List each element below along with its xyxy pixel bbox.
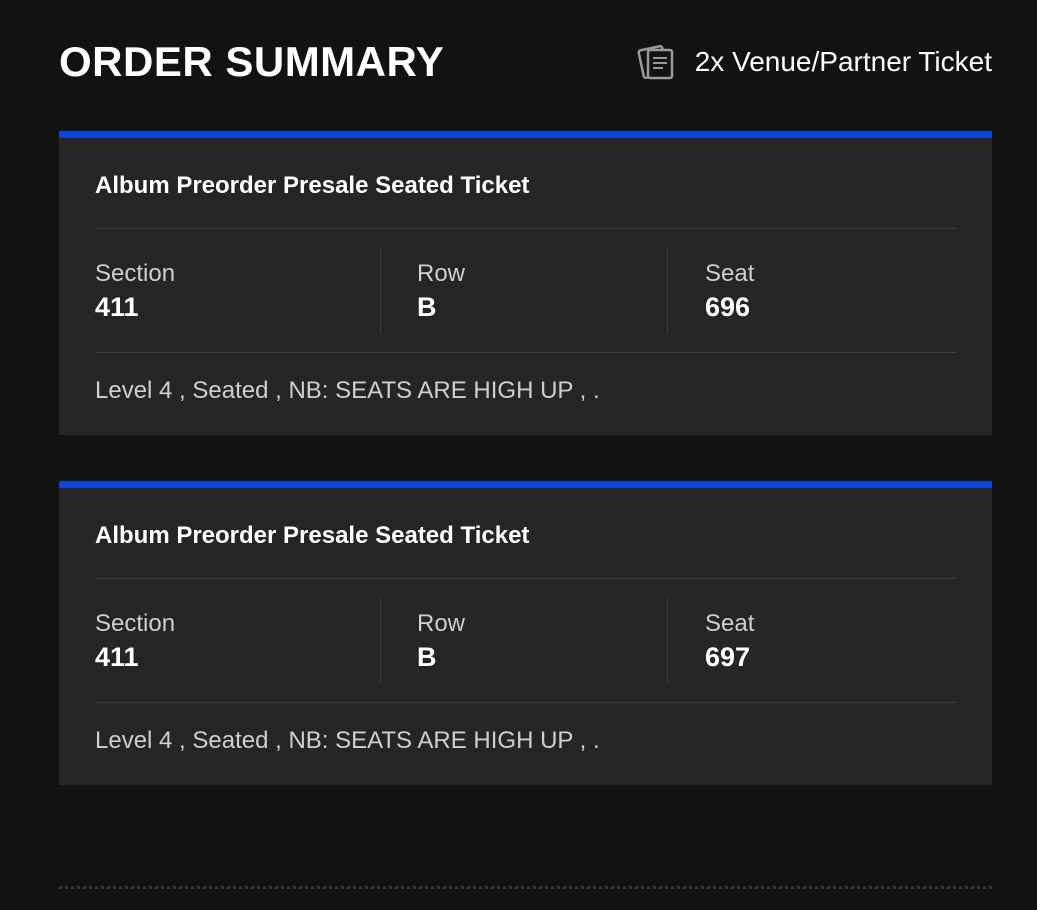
row-value: B xyxy=(417,642,437,672)
row-value: B xyxy=(417,292,437,322)
ticket-name: Album Preorder Presale Seated Ticket xyxy=(95,172,530,199)
column-separator xyxy=(667,598,668,684)
ticket-notes: Level 4 , Seated , NB: SEATS ARE HIGH UP… xyxy=(95,377,600,404)
divider xyxy=(95,578,956,579)
column-separator xyxy=(380,248,381,334)
ticket-count-label: 2x Venue/Partner Ticket xyxy=(694,46,992,77)
ticket-name: Album Preorder Presale Seated Ticket xyxy=(95,522,530,549)
column-separator xyxy=(380,598,381,684)
section-field: Section 411 xyxy=(95,248,175,334)
divider xyxy=(95,352,956,353)
section-value: 411 xyxy=(95,642,139,672)
column-separator xyxy=(667,248,668,334)
seat-field: Seat 696 xyxy=(705,248,754,334)
section-label: Section xyxy=(95,610,176,637)
page-title: ORDER SUMMARY xyxy=(59,38,445,85)
seat-label: Seat xyxy=(705,610,755,637)
row-label: Row xyxy=(417,260,466,287)
ticket-count: 2x Venue/Partner Ticket xyxy=(637,42,992,82)
ticket-icon xyxy=(637,42,677,82)
seat-value: 697 xyxy=(705,642,751,672)
seat-value: 696 xyxy=(705,292,751,322)
section-label: Section xyxy=(95,260,176,287)
seat-field: Seat 697 xyxy=(705,598,754,684)
divider xyxy=(95,702,956,703)
dotted-divider xyxy=(59,886,992,889)
row-label: Row xyxy=(417,610,466,637)
row-field: Row B xyxy=(417,598,465,684)
ticket-card: Album Preorder Presale Seated Ticket Sec… xyxy=(59,481,992,785)
ticket-notes: Level 4 , Seated , NB: SEATS ARE HIGH UP… xyxy=(95,727,600,754)
row-field: Row B xyxy=(417,248,465,334)
ticket-card: Album Preorder Presale Seated Ticket Sec… xyxy=(59,131,992,435)
seat-label: Seat xyxy=(705,260,755,287)
section-field: Section 411 xyxy=(95,598,175,684)
section-value: 411 xyxy=(95,292,139,322)
order-summary-header: ORDER SUMMARY 2x Venue/Partner Ticket xyxy=(59,36,992,88)
divider xyxy=(95,228,956,229)
